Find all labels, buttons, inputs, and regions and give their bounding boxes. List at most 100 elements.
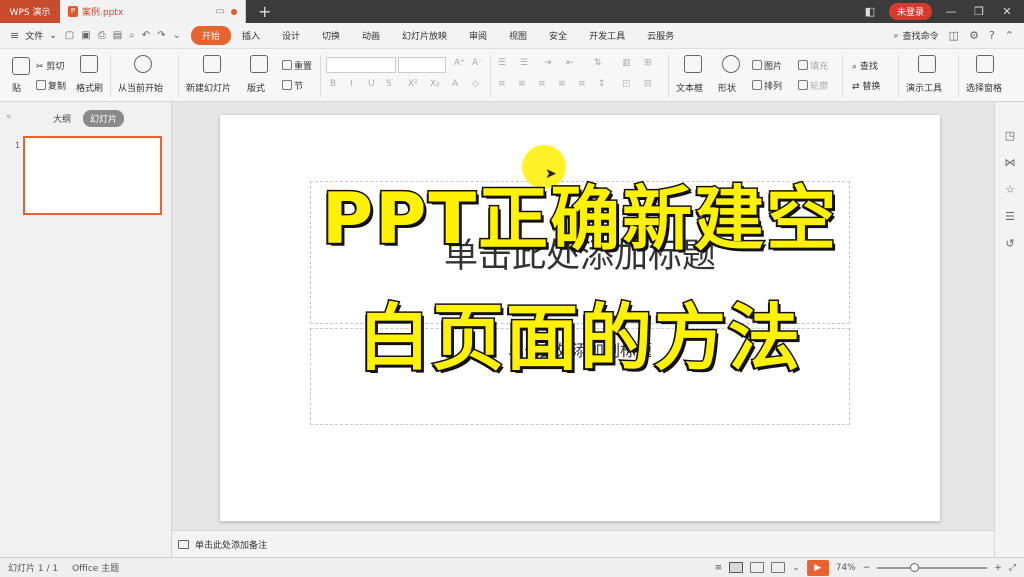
copy-button[interactable]: 复制 <box>36 79 66 92</box>
open-icon[interactable]: ▢ <box>65 30 74 41</box>
justify-icon[interactable]: ≡ <box>558 79 566 89</box>
help-icon[interactable]: ? <box>989 29 995 42</box>
app-tab[interactable]: WPS 演示 <box>0 0 60 23</box>
picture-button[interactable]: 图片 <box>752 59 782 72</box>
section-button[interactable]: 节 <box>282 79 303 92</box>
play-slideshow-button[interactable]: ▶ <box>806 559 829 576</box>
text-effect-icon[interactable]: ⊟ <box>644 79 652 89</box>
slide[interactable]: 单击此处添加标题 单击此处添加副标题 ➤ PPT正确新建空 白页面的方法 <box>220 115 940 521</box>
clear-format-icon[interactable]: ◇ <box>472 79 479 89</box>
font-size-select[interactable] <box>398 57 446 73</box>
new-slide-button[interactable]: 新建幻灯片 <box>186 81 231 94</box>
vertical-align-icon[interactable]: ⊞ <box>644 58 652 68</box>
preview-icon[interactable]: ⌕ <box>129 30 135 41</box>
new-tab-button[interactable]: + <box>258 2 271 21</box>
presentation-tools-button[interactable]: 演示工具 <box>906 81 942 94</box>
font-grow-icon[interactable]: A⁺ <box>454 58 465 68</box>
tab-slides[interactable]: 幻灯片 <box>83 110 125 127</box>
search-command[interactable]: ⌕ 查找命令 <box>894 29 939 43</box>
align-right-icon[interactable]: ≡ <box>538 79 546 89</box>
layout-button[interactable]: 版式 <box>247 81 265 94</box>
font-color-icon[interactable]: A <box>452 79 458 89</box>
tab-slideshow[interactable]: 幻灯片放映 <box>391 26 458 45</box>
smartart-icon[interactable]: ◰ <box>622 79 631 89</box>
export-icon[interactable]: ▤ <box>113 30 122 41</box>
fill-button[interactable]: 填充 <box>798 59 828 72</box>
save-icon[interactable]: ▣ <box>81 30 90 41</box>
login-button[interactable]: 未登录 <box>888 3 932 20</box>
tab-view[interactable]: 视图 <box>498 26 538 45</box>
reset-button[interactable]: 重置 <box>282 59 312 72</box>
tab-developer[interactable]: 开发工具 <box>578 26 636 45</box>
tab-design[interactable]: 设计 <box>271 26 311 45</box>
format-painter-icon[interactable] <box>80 55 98 73</box>
tab-review[interactable]: 审阅 <box>458 26 498 45</box>
cut-button[interactable]: ✂ 剪切 <box>36 59 64 72</box>
layout-icon[interactable] <box>250 55 268 73</box>
bold-button[interactable]: B <box>330 79 336 89</box>
select-pane-icon[interactable] <box>976 55 994 73</box>
settings-icon[interactable]: ⚙ <box>969 29 979 42</box>
theme-name[interactable]: Office 主题 <box>72 561 119 574</box>
select-pane-button[interactable]: 选择窗格 <box>966 81 1002 94</box>
text-direction-icon[interactable]: ⇅ <box>594 58 602 68</box>
undo-icon[interactable]: ↶ <box>142 30 150 41</box>
skin-icon[interactable]: ◫ <box>949 29 959 42</box>
tab-security[interactable]: 安全 <box>538 26 578 45</box>
tab-animation[interactable]: 动画 <box>351 26 391 45</box>
tab-transition[interactable]: 切换 <box>311 26 351 45</box>
textbox-button[interactable]: 文本框 <box>676 81 703 94</box>
underline-button[interactable]: U <box>368 79 375 89</box>
sidebar-toggle-icon[interactable]: ◧ <box>861 5 879 18</box>
indent-icon[interactable]: ⇥ <box>544 58 552 68</box>
line-spacing-icon[interactable]: ↕ <box>598 79 606 89</box>
print-icon[interactable]: ⎙ <box>98 30 106 41</box>
tab-insert[interactable]: 插入 <box>231 26 271 45</box>
play-from-current-icon[interactable] <box>134 55 152 73</box>
more-icon[interactable]: ⌄ <box>173 30 181 41</box>
presentation-tools-icon[interactable] <box>918 55 936 73</box>
reading-view-icon[interactable] <box>771 562 786 573</box>
outdent-icon[interactable]: ⇤ <box>566 58 574 68</box>
zoom-slider[interactable] <box>877 562 988 572</box>
file-menu[interactable]: 文件 <box>25 29 43 42</box>
format-painter-button[interactable]: 格式刷 <box>76 81 103 94</box>
superscript-icon[interactable]: X² <box>408 79 418 89</box>
play-from-current-button[interactable]: 从当前开始 <box>118 81 163 94</box>
tab-outline[interactable]: 大纲 <box>53 112 71 125</box>
shapes-icon[interactable] <box>722 55 740 73</box>
textbox-icon[interactable] <box>684 55 702 73</box>
close-icon[interactable]: ✕ <box>998 5 1016 18</box>
slideshow-dropdown-icon[interactable]: ⌄ <box>792 563 800 573</box>
object-icon[interactable]: ◳ <box>1004 130 1016 142</box>
paste-icon[interactable] <box>12 57 30 75</box>
strikethrough-button[interactable]: S <box>386 79 392 89</box>
minimize-icon[interactable]: — <box>942 5 960 18</box>
new-slide-icon[interactable] <box>203 55 221 73</box>
notes-area[interactable]: 单击此处添加备注 <box>172 530 994 557</box>
menu-icon[interactable]: ≡ <box>10 29 19 42</box>
replace-button[interactable]: ⇄ 替换 <box>852 79 880 92</box>
align-center-icon[interactable]: ≡ <box>518 79 526 89</box>
bullets-icon[interactable]: ☰ <box>498 58 506 68</box>
subscript-icon[interactable]: X₂ <box>430 79 440 89</box>
fit-window-icon[interactable]: ⤢ <box>1009 563 1016 573</box>
slide-sorter-icon[interactable] <box>750 562 765 573</box>
maximize-icon[interactable]: ❐ <box>970 5 988 18</box>
slide-thumbnail[interactable] <box>23 136 162 215</box>
font-shrink-icon[interactable]: A⁻ <box>472 58 483 68</box>
zoom-level[interactable]: 74% <box>836 563 856 573</box>
redo-icon[interactable]: ↷ <box>157 30 165 41</box>
zoom-slider-knob[interactable] <box>910 562 920 572</box>
tab-cloud[interactable]: 云服务 <box>636 26 685 45</box>
properties-icon[interactable]: ☰ <box>1004 211 1016 223</box>
normal-view-icon[interactable] <box>729 562 744 573</box>
align-left-icon[interactable]: ≡ <box>498 79 506 89</box>
columns-icon[interactable]: ▥ <box>622 58 631 68</box>
screen-icon[interactable]: ▭ <box>216 6 225 17</box>
collapse-panel-icon[interactable]: « <box>6 112 12 122</box>
zoom-out-button[interactable]: − <box>863 563 871 573</box>
arrange-button[interactable]: 排列 <box>752 79 782 92</box>
paste-button[interactable]: 贴 <box>12 81 21 94</box>
collapse-ribbon-icon[interactable]: ⌃ <box>1005 29 1014 42</box>
